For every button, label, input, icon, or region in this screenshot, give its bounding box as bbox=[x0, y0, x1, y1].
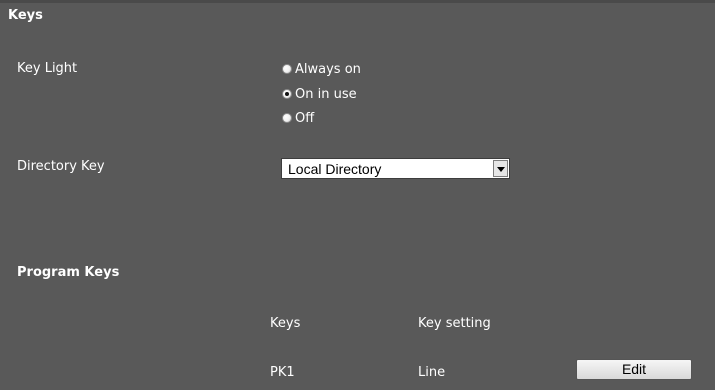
radio-always-on[interactable]: Always on bbox=[282, 60, 361, 78]
radio-button-icon[interactable] bbox=[282, 64, 292, 74]
radio-off-label: Off bbox=[295, 110, 315, 126]
radio-off[interactable]: Off bbox=[282, 109, 314, 127]
top-strip bbox=[0, 0, 715, 3]
radio-on-in-use-label: On in use bbox=[295, 86, 357, 102]
key-light-label: Key Light bbox=[17, 61, 78, 76]
edit-button[interactable]: Edit bbox=[576, 359, 692, 380]
directory-key-value: Local Directory bbox=[288, 161, 382, 177]
section-title-program-keys: Program Keys bbox=[17, 265, 120, 280]
program-key-name: PK1 bbox=[270, 365, 295, 380]
directory-key-label: Directory Key bbox=[17, 159, 105, 174]
column-header-keys: Keys bbox=[270, 316, 301, 331]
column-header-key-setting: Key setting bbox=[418, 316, 491, 331]
radio-button-icon[interactable] bbox=[282, 113, 292, 123]
section-title-keys: Keys bbox=[8, 8, 43, 23]
program-key-setting: Line bbox=[418, 365, 446, 380]
radio-always-on-label: Always on bbox=[295, 61, 361, 77]
radio-on-in-use[interactable]: On in use bbox=[282, 85, 357, 103]
radio-button-icon[interactable] bbox=[282, 89, 292, 99]
chevron-down-icon bbox=[497, 167, 505, 172]
directory-key-select[interactable]: Local Directory bbox=[281, 158, 510, 179]
dropdown-button[interactable] bbox=[493, 160, 508, 177]
